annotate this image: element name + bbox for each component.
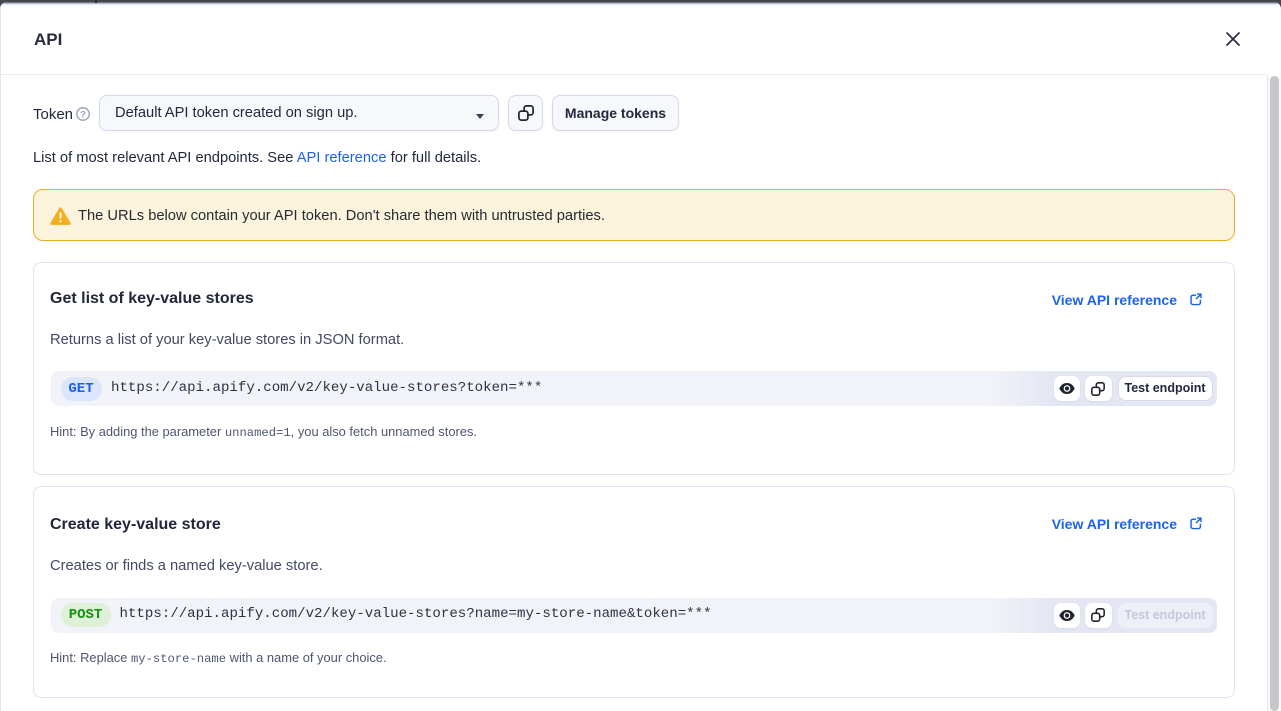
svg-text:?: ? [80,110,86,121]
